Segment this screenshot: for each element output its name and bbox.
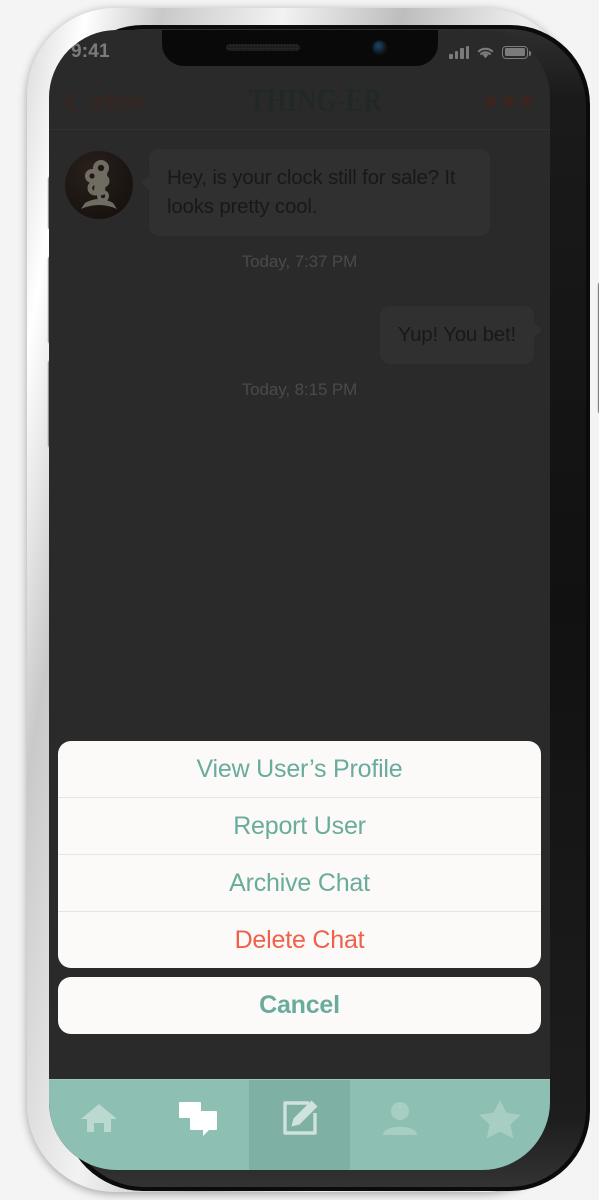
tab-bar	[49, 1079, 550, 1170]
cancel-label: Cancel	[259, 991, 340, 1019]
action-sheet-options: View User’s Profile Report User Archive …	[58, 741, 541, 968]
phone-screen: 9:41 Inbox THING-ER Hey, is your clock s…	[49, 30, 550, 1170]
tab-home[interactable]	[49, 1080, 149, 1170]
star-icon	[478, 1100, 521, 1139]
action-label: Report User	[233, 811, 366, 840]
action-archive-chat[interactable]: Archive Chat	[58, 854, 541, 911]
compose-icon	[282, 1100, 317, 1135]
action-label: Delete Chat	[234, 925, 365, 954]
tab-compose[interactable]	[249, 1080, 350, 1170]
action-delete-chat[interactable]: Delete Chat	[58, 911, 541, 968]
tab-favorites[interactable]	[450, 1080, 550, 1170]
home-icon	[81, 1104, 118, 1132]
chat-bubbles-icon	[179, 1102, 218, 1136]
person-icon	[382, 1102, 417, 1135]
action-report-user[interactable]: Report User	[58, 797, 541, 854]
action-label: View User’s Profile	[196, 754, 403, 783]
screenshot-stage: 9:41 Inbox THING-ER Hey, is your clock s…	[0, 0, 599, 1200]
cancel-button[interactable]: Cancel	[58, 977, 541, 1034]
action-sheet: View User’s Profile Report User Archive …	[49, 741, 550, 1034]
action-view-profile[interactable]: View User’s Profile	[58, 741, 541, 797]
tab-chats[interactable]	[149, 1080, 249, 1170]
tab-profile[interactable]	[350, 1080, 450, 1170]
action-label: Archive Chat	[229, 868, 370, 897]
